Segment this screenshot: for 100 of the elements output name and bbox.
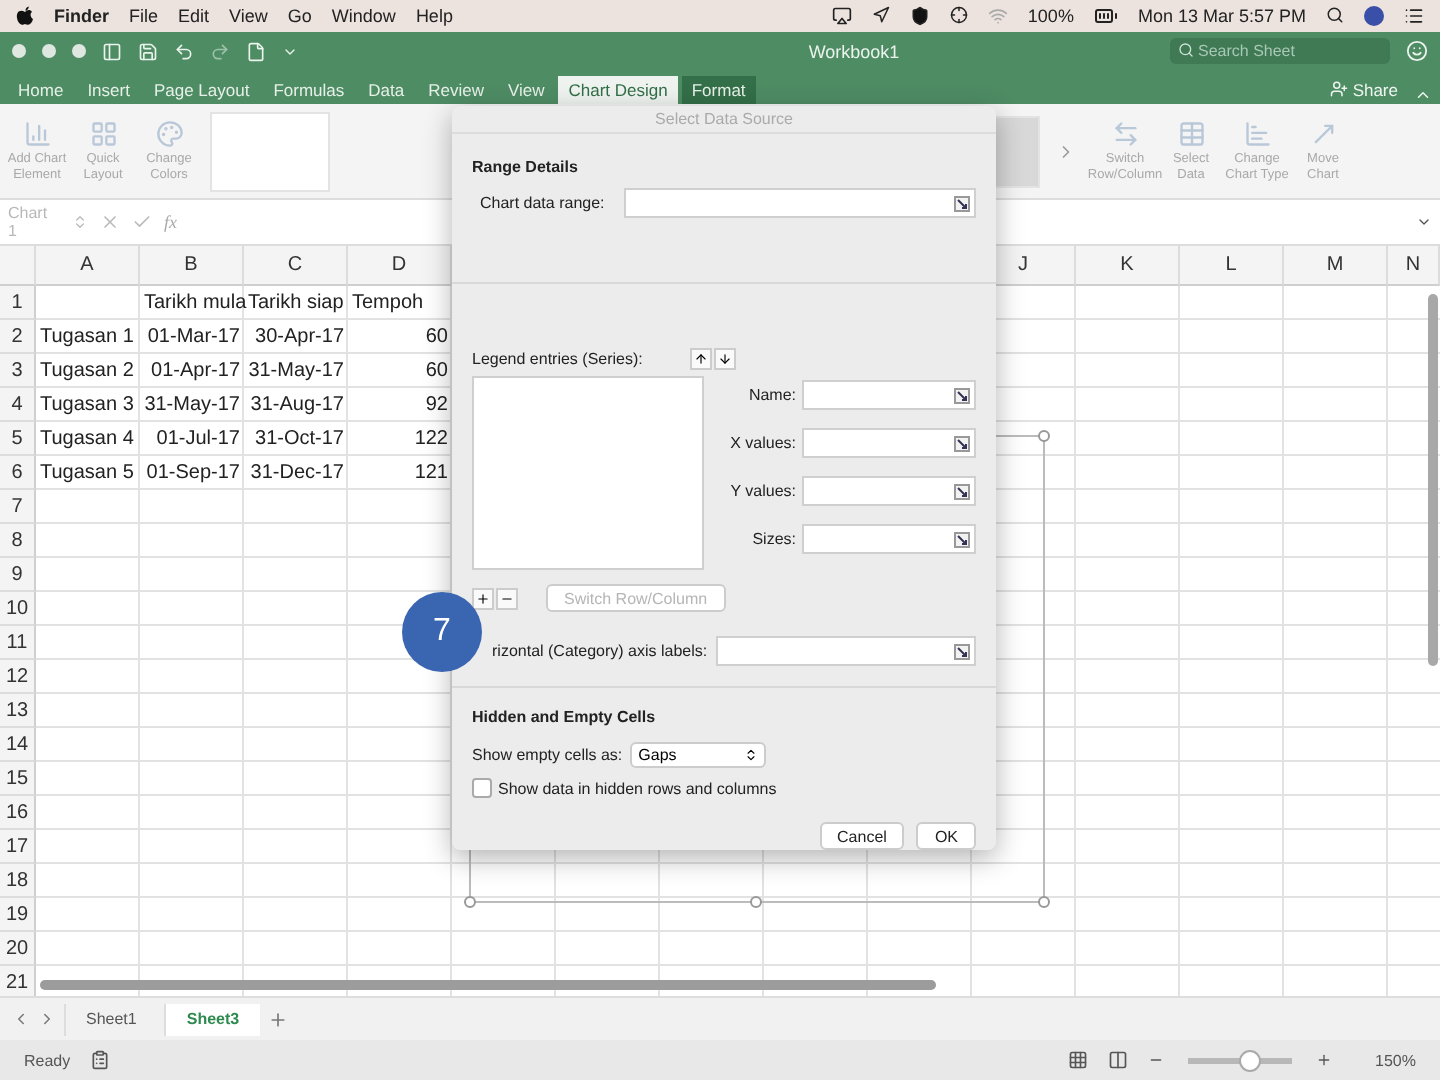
palette-icon: [155, 120, 183, 149]
scrollbar[interactable]: [1428, 294, 1438, 667]
table-cell-text: 122: [412, 426, 450, 455]
ribbon-tab[interactable]: Chart Design: [558, 75, 678, 104]
table-cell-text: Tugasan 2: [38, 358, 136, 387]
check-icon[interactable]: [132, 212, 152, 233]
row-number: 11: [0, 626, 36, 661]
stepper-icon: [744, 748, 759, 762]
dropdown[interactable]: Gaps: [630, 742, 767, 768]
input-field[interactable]: [715, 636, 976, 666]
input-field[interactable]: [802, 524, 976, 554]
wifi-icon[interactable]: [987, 5, 1008, 26]
zoom-in-icon[interactable]: [1315, 1052, 1332, 1069]
range-picker-icon[interactable]: [954, 483, 970, 499]
next-sheet-button[interactable]: [38, 1010, 56, 1029]
range-picker-icon[interactable]: [954, 643, 970, 659]
table-cell-text: 60: [423, 358, 450, 387]
shield-icon[interactable]: [909, 5, 930, 26]
dialog-button[interactable]: Cancel: [819, 822, 905, 850]
save-icon[interactable]: [138, 41, 158, 62]
checkbox[interactable]: [472, 778, 492, 798]
range-picker-icon[interactable]: [954, 387, 970, 403]
previous-sheet-button[interactable]: [12, 1010, 30, 1029]
up-arrow-icon: [694, 352, 709, 366]
add-sheet-button[interactable]: [267, 1009, 288, 1030]
column-header: L: [1180, 246, 1284, 287]
ribbon-tab[interactable]: Page Layout: [143, 75, 260, 104]
person-icon: [1330, 80, 1349, 99]
sheet-tab[interactable]: Sheet3: [164, 1003, 260, 1036]
ribbon-tab[interactable]: Insert: [77, 75, 140, 104]
remove-button[interactable]: [496, 587, 518, 609]
macro-icon[interactable]: [90, 1050, 111, 1071]
siri-icon[interactable]: [1364, 5, 1384, 26]
input-field[interactable]: [624, 188, 976, 218]
menu-item[interactable]: View: [229, 5, 268, 26]
ribbon-tab[interactable]: View: [497, 75, 555, 104]
ribbon-tab[interactable]: Formulas: [263, 75, 355, 104]
input-field[interactable]: [802, 380, 976, 410]
share-button[interactable]: Share: [1318, 75, 1410, 104]
cancel-icon[interactable]: [100, 212, 120, 233]
range-picker-icon[interactable]: [954, 435, 970, 451]
status-text: Ready: [24, 1051, 71, 1070]
name-box[interactable]: Chart 1: [8, 204, 60, 241]
crosshair-icon[interactable]: [949, 6, 968, 25]
slider-thumb[interactable]: [1239, 1049, 1262, 1072]
close-icon[interactable]: [12, 44, 26, 59]
zoom-icon[interactable]: [72, 44, 86, 59]
row-number: 14: [0, 728, 36, 763]
search-field[interactable]: Search Sheet: [1170, 38, 1390, 65]
normal-view-icon[interactable]: [1067, 1050, 1088, 1071]
menu-item[interactable]: Help: [415, 5, 453, 26]
table-cell-text: 01-Apr-17: [149, 358, 242, 387]
apple-icon: [16, 5, 34, 26]
row-number: 18: [0, 864, 36, 899]
table-cell-text: 01-Mar-17: [145, 324, 242, 353]
move-up-button[interactable]: [690, 348, 713, 370]
document-icon[interactable]: [246, 41, 266, 62]
menu-item[interactable]: File: [129, 5, 159, 26]
ribbon-tab[interactable]: Format: [681, 75, 756, 104]
search-icon[interactable]: [1326, 6, 1344, 25]
row-number: 7: [0, 490, 36, 525]
menu-item[interactable]: Edit: [178, 5, 210, 26]
range-picker-icon[interactable]: [954, 195, 970, 211]
row-number: 5: [0, 422, 36, 457]
row-number: 21: [0, 966, 36, 997]
stepper-icon[interactable]: [72, 214, 88, 231]
field-label: Show empty cells as:: [472, 746, 623, 764]
table-cell-text: 31-Oct-17: [253, 426, 346, 455]
input-field[interactable]: [802, 476, 976, 506]
menu-item[interactable]: Finder: [54, 5, 110, 26]
page-layout-icon[interactable]: [1107, 1050, 1128, 1071]
redo-icon[interactable]: [210, 41, 230, 62]
range-picker-icon[interactable]: [954, 531, 970, 547]
battery-icon[interactable]: [1093, 3, 1118, 28]
ribbon-tab[interactable]: Review: [418, 75, 494, 104]
layout-icon: [89, 120, 117, 149]
smiley-icon[interactable]: [1406, 40, 1428, 63]
window-title: Workbook1: [808, 41, 900, 62]
scrollbar[interactable]: [40, 980, 936, 991]
sheet-tab[interactable]: Sheet1: [64, 1003, 157, 1036]
menu-item[interactable]: Go: [287, 5, 312, 26]
menu-item[interactable]: Window: [331, 5, 396, 26]
function-button[interactable]: fx: [164, 212, 177, 233]
dialog-button[interactable]: OK: [916, 822, 976, 850]
row-number: 20: [0, 932, 36, 967]
row-number: 13: [0, 694, 36, 729]
add-button[interactable]: [472, 587, 494, 609]
chart-icon: [1243, 120, 1271, 149]
ribbon-tab[interactable]: Data: [358, 75, 415, 104]
input-field[interactable]: [802, 428, 976, 458]
undo-icon[interactable]: [174, 41, 194, 62]
checkbox-label: Show data in hidden rows and columns: [498, 779, 777, 797]
row-number: 3: [0, 354, 36, 389]
sidebar-icon[interactable]: [102, 41, 122, 62]
move-down-button[interactable]: [714, 348, 737, 370]
menu-icon[interactable]: [1404, 5, 1424, 26]
screen-icon[interactable]: [831, 5, 852, 26]
minimize-icon[interactable]: [42, 44, 56, 59]
ribbon-tab[interactable]: Home: [8, 75, 74, 104]
chart-style-thumbnail[interactable]: [210, 111, 330, 192]
